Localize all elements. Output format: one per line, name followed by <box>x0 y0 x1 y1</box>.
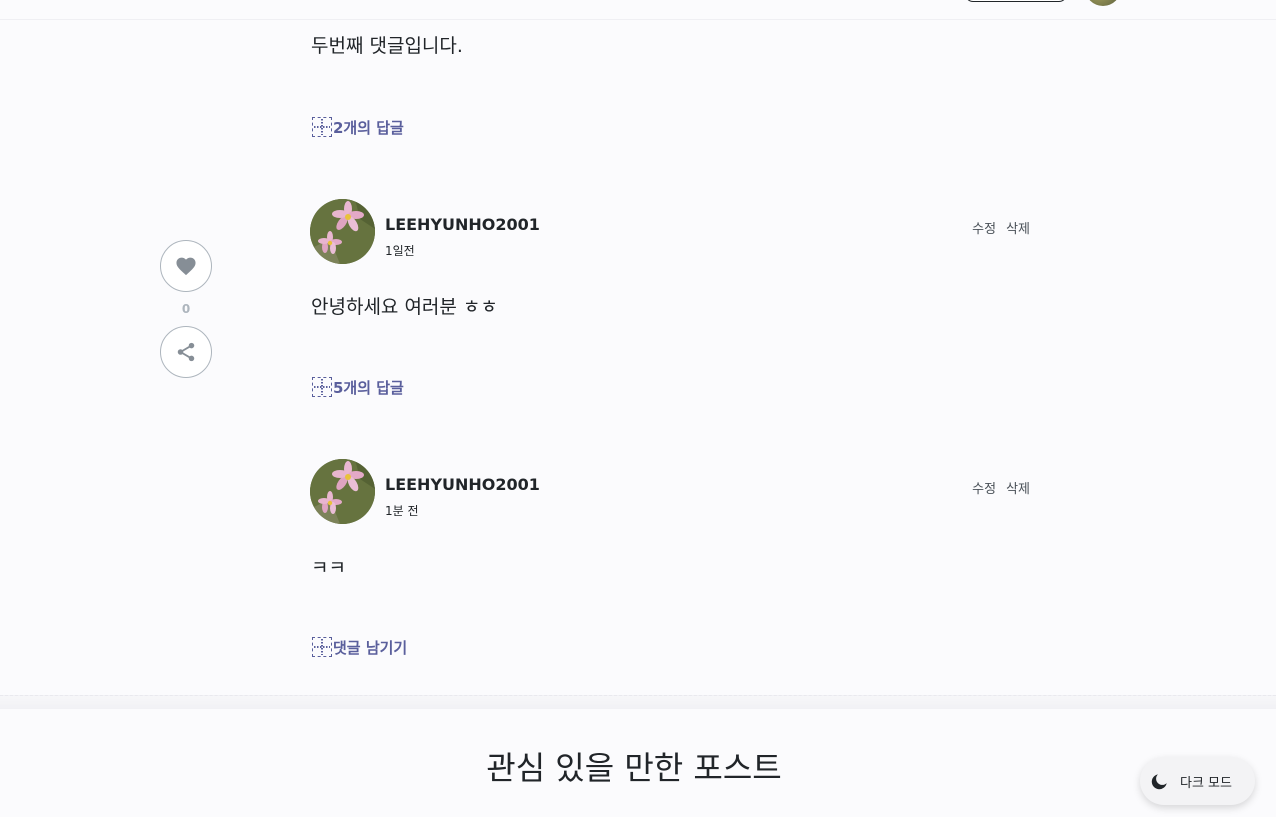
flower-avatar-image <box>310 199 375 264</box>
comment-header: LEEHYUNHO2001 1분 전 수정 삭제 <box>310 459 1030 525</box>
write-comment-label: 댓글 남기기 <box>333 638 408 657</box>
share-icon <box>177 342 195 362</box>
plus-box-icon <box>312 637 332 657</box>
username[interactable]: LEEHYUNHO2001 <box>385 215 540 234</box>
edit-button[interactable]: 수정 <box>972 478 996 497</box>
write-comment-button[interactable]: 댓글 남기기 <box>312 636 407 658</box>
reply-toggle-button[interactable]: 5개의 답글 <box>312 376 404 398</box>
edit-button[interactable]: 수정 <box>972 218 996 237</box>
avatar[interactable] <box>310 199 375 264</box>
plus-box-icon <box>312 117 332 137</box>
header-bar <box>0 0 1276 20</box>
share-button[interactable] <box>160 326 212 378</box>
header-button[interactable] <box>965 0 1067 2</box>
moon-icon <box>1151 774 1167 790</box>
comment-text: 안녕하세요 여러분 ㅎㅎ <box>311 296 498 318</box>
comment-actions: 수정 삭제 <box>972 218 1030 237</box>
flower-avatar-image <box>310 459 375 524</box>
comment-time: 1분 전 <box>385 504 419 518</box>
delete-button[interactable]: 삭제 <box>1006 218 1030 237</box>
header-avatar[interactable] <box>1085 0 1121 6</box>
comment-time: 1일전 <box>385 244 415 258</box>
like-count: 0 <box>181 302 191 316</box>
username[interactable]: LEEHYUNHO2001 <box>385 475 540 494</box>
comment-actions: 수정 삭제 <box>972 478 1030 497</box>
comment-header: LEEHYUNHO2001 1일전 수정 삭제 <box>310 199 1030 265</box>
dark-mode-toggle[interactable]: 다크 모드 <box>1140 757 1255 805</box>
delete-button[interactable]: 삭제 <box>1006 478 1030 497</box>
reply-toggle-label: 2개의 답글 <box>333 118 404 137</box>
like-button[interactable] <box>160 240 212 292</box>
reply-toggle-label: 5개의 답글 <box>333 378 404 397</box>
comment-text: ㅋㅋ <box>311 557 346 579</box>
plus-box-icon <box>312 377 332 397</box>
comment-text: 두번째 댓글입니다. <box>311 35 463 57</box>
heart-icon <box>176 257 196 276</box>
section-divider <box>0 695 1276 709</box>
reply-toggle-button[interactable]: 2개의 답글 <box>312 116 404 138</box>
dark-mode-label: 다크 모드 <box>1180 775 1232 791</box>
related-posts-title: 관심 있을 만한 포스트 <box>486 749 782 787</box>
avatar[interactable] <box>310 459 375 524</box>
